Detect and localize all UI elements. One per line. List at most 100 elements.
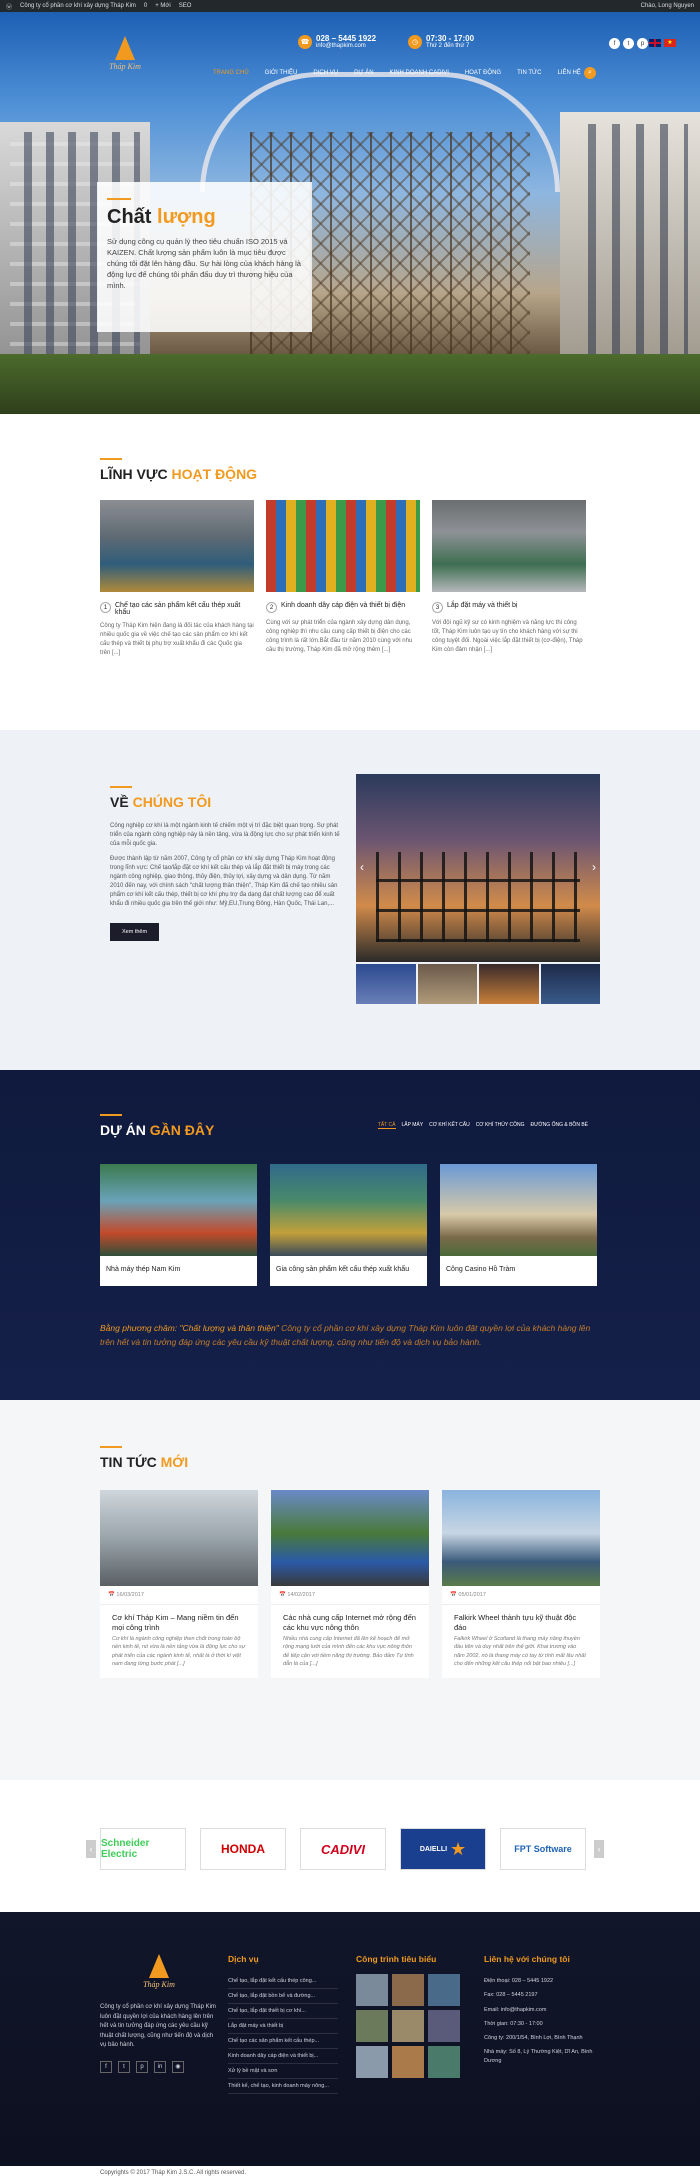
partner-logo[interactable]: HONDA <box>200 1828 286 1870</box>
project-title[interactable]: Công Casino Hồ Tràm <box>440 1256 597 1286</box>
footer-project-thumb[interactable] <box>428 2010 460 2042</box>
project-image[interactable] <box>440 1164 597 1256</box>
partner-logo[interactable]: FPT Software <box>500 1828 586 1870</box>
footer-service-link[interactable]: Xử lý bề mặt và sơn <box>228 2064 338 2079</box>
filter-pipes[interactable]: Đường ống & bồn bể <box>531 1122 588 1129</box>
english-flag-icon[interactable] <box>649 39 661 47</box>
project-card[interactable]: Gia công sản phẩm kết cấu thép xuất khẩu <box>270 1164 427 1286</box>
footer-service-link[interactable]: Chế tạo, lắp đặt bồn bể và đường... <box>228 1989 338 2004</box>
footer-service-link[interactable]: Thiết kế, chế tạo, kinh doanh máy nông..… <box>228 2079 338 2094</box>
activity-image[interactable] <box>100 500 254 592</box>
seo-link[interactable]: SEO <box>179 3 192 9</box>
news-title-link[interactable]: Cơ khí Tháp Kim – Mang niềm tin đến mọi … <box>100 1605 258 1635</box>
footer-service-link[interactable]: Kinh doanh dây cáp điện và thiết bị... <box>228 2049 338 2064</box>
footer-service-link[interactable]: Chế tạo, lắp đặt thiết bị cơ khí... <box>228 2004 338 2019</box>
activity-title[interactable]: Kinh doanh dây cáp điện và thiết bị điện <box>281 602 405 609</box>
footer-project-thumb[interactable] <box>428 1974 460 2006</box>
nav-item-cadivi[interactable]: Kinh doanh cadivi <box>382 70 457 76</box>
activity-card[interactable]: 1 Chế tạo các sản phẩm kết cấu thép xuất … <box>100 500 254 658</box>
nav-item-activities[interactable]: Hoạt động <box>457 70 509 76</box>
about-paragraph: Được thành lập từ năm 2007, Công ty cổ p… <box>110 856 338 907</box>
project-card[interactable]: Nhà máy thép Nam Kim <box>100 1164 257 1286</box>
filter-installation[interactable]: Lắp máy <box>402 1122 424 1129</box>
partners-prev-icon[interactable]: ‹ <box>86 1840 96 1858</box>
slider-thumbnail[interactable] <box>540 964 600 1004</box>
activity-title[interactable]: Chế tạo các sản phẩm kết cấu thép xuất k… <box>115 602 254 616</box>
footer-project-thumb[interactable] <box>356 2010 388 2042</box>
footer-about-text: Công ty cổ phần cơ khí xây dựng Tháp Kim… <box>100 2004 216 2049</box>
project-image[interactable] <box>270 1164 427 1256</box>
rss-icon[interactable]: ◉ <box>172 2060 184 2073</box>
activity-card[interactable]: 3 Lắp đặt máy và thiết bị Với đội ngũ kỹ … <box>432 500 586 658</box>
site-logo[interactable]: Tháp Kim <box>104 36 146 71</box>
logo-text: Tháp Kim <box>109 62 141 71</box>
comments-count[interactable]: 0 <box>144 3 147 9</box>
pinterest-icon[interactable]: p <box>637 38 648 49</box>
footer-project-thumb[interactable] <box>428 2046 460 2078</box>
news-image[interactable] <box>100 1490 258 1586</box>
footer-service-link[interactable]: Chế tạo, lắp đặt kết cấu thép công... <box>228 1974 338 1989</box>
project-title[interactable]: Nhà máy thép Nam Kim <box>100 1256 257 1286</box>
activity-card[interactable]: 2 Kinh doanh dây cáp điện và thiết bị điệ… <box>266 500 420 658</box>
project-card[interactable]: Công Casino Hồ Tràm <box>440 1164 597 1286</box>
footer-logo[interactable]: Tháp Kim <box>138 1954 180 1989</box>
activity-image[interactable] <box>432 500 586 592</box>
twitter-icon[interactable]: t <box>623 38 634 49</box>
user-greeting[interactable]: Chào, Long Nguyen <box>641 3 694 9</box>
pinterest-icon[interactable]: p <box>136 2060 148 2073</box>
wp-site-link[interactable]: Công ty cổ phần cơ khí xây dựng Tháp Kim <box>20 3 136 9</box>
facebook-icon[interactable]: f <box>100 2060 112 2073</box>
partners-next-icon[interactable]: › <box>594 1840 604 1858</box>
activity-number: 2 <box>266 602 277 613</box>
hero-building-right <box>560 112 700 382</box>
section-accent-bar <box>100 1114 122 1116</box>
footer-email[interactable]: Email: info@thapkim.com <box>484 2003 602 2017</box>
project-title[interactable]: Gia công sản phẩm kết cấu thép xuất khẩu <box>270 1256 427 1286</box>
news-card[interactable]: 📅 14/02/2017 Các nhà cung cấp Internet m… <box>271 1490 429 1678</box>
slider-prev-icon[interactable]: ‹ <box>360 860 364 874</box>
nav-item-about[interactable]: Giới thiệu <box>257 70 306 76</box>
news-card[interactable]: 📅 16/03/2017 Cơ khí Tháp Kim – Mang niềm… <box>100 1490 258 1678</box>
footer-service-link[interactable]: Chế tạo các sản phẩm kết cấu thép... <box>228 2034 338 2049</box>
partner-logo[interactable]: Schneider Electric <box>100 1828 186 1870</box>
activity-title[interactable]: Lắp đặt máy và thiết bị <box>447 602 517 609</box>
news-title-link[interactable]: Falkirk Wheel thành tựu kỹ thuật độc đáo <box>442 1605 600 1635</box>
wp-logo-icon[interactable]: ⓦ <box>6 2 12 11</box>
filter-structure[interactable]: Cơ khí kết cấu <box>429 1122 470 1129</box>
news-card[interactable]: 📅 05/01/2017 Falkirk Wheel thành tựu kỹ … <box>442 1490 600 1678</box>
read-more-button[interactable]: Xem thêm <box>110 923 160 941</box>
nav-item-news[interactable]: Tin tức <box>509 70 549 76</box>
tower-logo-icon <box>149 1954 169 1978</box>
slider-thumbnail[interactable] <box>356 964 416 1004</box>
new-link[interactable]: + Mới <box>155 3 170 9</box>
partner-logo[interactable]: DAIELLI ★ <box>400 1828 486 1870</box>
footer-project-thumb[interactable] <box>392 2046 424 2078</box>
partner-logo[interactable]: CADIVI <box>300 1828 386 1870</box>
nav-item-projects[interactable]: Dự án <box>346 70 381 76</box>
news-title-link[interactable]: Các nhà cung cấp Internet mở rộng đến cá… <box>271 1605 429 1635</box>
twitter-icon[interactable]: t <box>118 2060 130 2073</box>
activity-image[interactable] <box>266 500 420 592</box>
project-image[interactable] <box>100 1164 257 1256</box>
footer-service-link[interactable]: Lắp đặt máy và thiết bị <box>228 2019 338 2034</box>
footer-project-thumb[interactable] <box>392 1974 424 2006</box>
filter-hydraulic[interactable]: Cơ khí thủy công <box>476 1122 525 1129</box>
footer-project-thumb[interactable] <box>356 1974 388 2006</box>
slider-thumbnail[interactable] <box>417 964 477 1004</box>
linkedin-icon[interactable]: in <box>154 2060 166 2073</box>
nav-item-services[interactable]: Dịch vụ <box>305 70 346 76</box>
facebook-icon[interactable]: f <box>609 38 620 49</box>
news-image[interactable] <box>442 1490 600 1586</box>
news-image[interactable] <box>271 1490 429 1586</box>
nav-item-contact[interactable]: Liên hệ <box>549 70 588 76</box>
activity-number: 1 <box>100 602 111 613</box>
nav-item-home[interactable]: Trang chủ <box>205 70 257 76</box>
vietnam-flag-icon[interactable]: ★ <box>664 39 676 47</box>
filter-all[interactable]: Tất cả <box>377 1122 396 1129</box>
slider-thumbnail[interactable] <box>479 964 539 1004</box>
search-icon[interactable]: ⌕ <box>584 67 596 79</box>
footer-project-thumb[interactable] <box>356 2046 388 2078</box>
about-paragraph: Công nghiệp cơ khí là một ngành kinh tế … <box>110 823 340 847</box>
slider-next-icon[interactable]: › <box>592 860 596 874</box>
footer-project-thumb[interactable] <box>392 2010 424 2042</box>
